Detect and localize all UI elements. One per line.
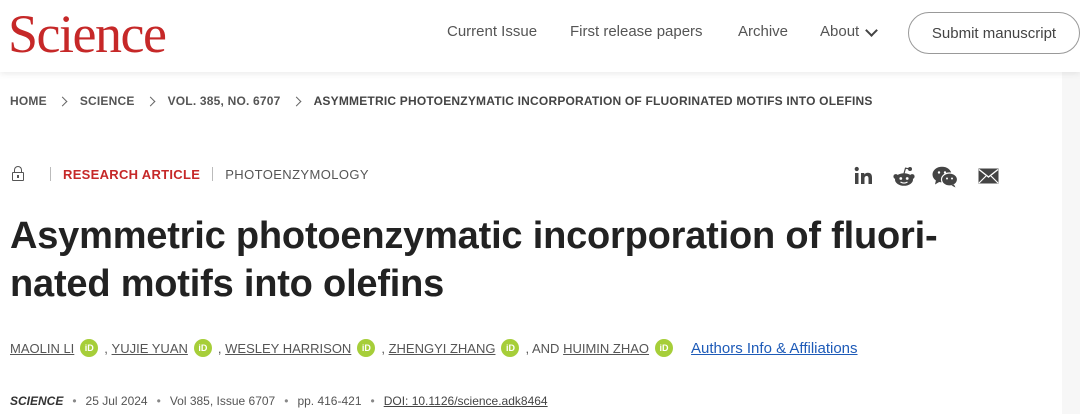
orcid-icon[interactable]: iD xyxy=(357,339,376,357)
separator-dot: • xyxy=(72,394,77,408)
author-separator: , xyxy=(104,340,108,356)
author-link[interactable]: WESLEY HARRISON xyxy=(225,341,351,356)
article-meta-row: RESEARCH ARTICLE PHOTOENZYMOLOGY xyxy=(12,166,369,182)
authors-info-affiliations-link[interactable]: Authors Info & Affiliations xyxy=(691,340,858,357)
separator-dot: • xyxy=(156,394,161,408)
chevron-right-icon xyxy=(57,96,68,106)
breadcrumb-article: ASYMMETRIC PHOTOENZYMATIC INCORPORATION … xyxy=(313,94,873,108)
breadcrumb-issue[interactable]: VOL. 385, NO. 6707 xyxy=(168,94,281,108)
volume-issue[interactable]: Vol 385, Issue 6707 xyxy=(170,394,275,408)
reddit-icon[interactable] xyxy=(892,166,916,188)
publication-date: 25 Jul 2024 xyxy=(85,394,148,408)
email-icon[interactable] xyxy=(978,168,999,184)
divider xyxy=(212,167,214,181)
article-topic-label[interactable]: PHOTOENZYMOLOGY xyxy=(225,167,369,182)
page-range: pp. 416-421 xyxy=(297,394,362,408)
article-type-label: RESEARCH ARTICLE xyxy=(63,166,201,182)
nav-about-label: About xyxy=(820,23,860,40)
orcid-icon[interactable]: iD xyxy=(655,339,674,357)
science-logo[interactable]: Science xyxy=(8,6,167,62)
article-title: Asymmetric photoenzymatic incorporation … xyxy=(10,212,970,308)
site-header: Science Current Issue First release pape… xyxy=(0,0,1080,72)
author-link[interactable]: MAOLIN LI xyxy=(10,341,74,356)
author-link[interactable]: ZHENGYI ZHANG xyxy=(389,341,496,356)
article-title-line-2: nated motifs into olefins xyxy=(10,263,445,305)
page-edge-strip xyxy=(1062,72,1080,414)
chevron-right-icon xyxy=(291,96,302,106)
nav-first-release-papers[interactable]: First release papers xyxy=(570,22,703,42)
breadcrumb-home[interactable]: HOME xyxy=(10,94,47,108)
lock-icon xyxy=(12,166,24,182)
author-and: , AND xyxy=(525,340,560,356)
author-list: MAOLIN LI iD , YUJIE YUAN iD , WESLEY HA… xyxy=(10,339,858,357)
author-link[interactable]: YUJIE YUAN xyxy=(112,341,188,356)
chevron-right-icon xyxy=(145,96,156,106)
nav-current-issue[interactable]: Current Issue xyxy=(447,22,537,42)
author-separator: , xyxy=(217,340,222,356)
linkedin-icon[interactable] xyxy=(854,166,874,186)
orcid-icon[interactable]: iD xyxy=(80,339,99,357)
nav-about[interactable]: About xyxy=(820,22,879,42)
orcid-icon[interactable]: iD xyxy=(193,339,212,357)
orcid-icon[interactable]: iD xyxy=(501,339,520,357)
breadcrumb: HOME SCIENCE VOL. 385, NO. 6707 ASYMMETR… xyxy=(10,94,873,108)
journal-name: SCIENCE xyxy=(10,394,64,408)
author-separator: , xyxy=(381,340,385,356)
breadcrumb-science[interactable]: SCIENCE xyxy=(80,94,135,108)
nav-archive[interactable]: Archive xyxy=(738,22,788,42)
separator-dot: • xyxy=(370,394,375,408)
article-title-line-1: Asymmetric photoenzymatic incorporation … xyxy=(10,215,938,257)
wechat-icon[interactable] xyxy=(932,166,958,188)
divider xyxy=(50,167,51,181)
chevron-down-icon xyxy=(865,23,879,37)
separator-dot: • xyxy=(284,394,289,408)
doi-link[interactable]: DOI: 10.1126/science.adk8464 xyxy=(384,394,548,408)
author-link[interactable]: HUIMIN ZHAO xyxy=(563,341,649,356)
citation-line: SCIENCE • 25 Jul 2024 • Vol 385, Issue 6… xyxy=(10,394,548,408)
submit-manuscript-button[interactable]: Submit manuscript xyxy=(908,12,1080,54)
